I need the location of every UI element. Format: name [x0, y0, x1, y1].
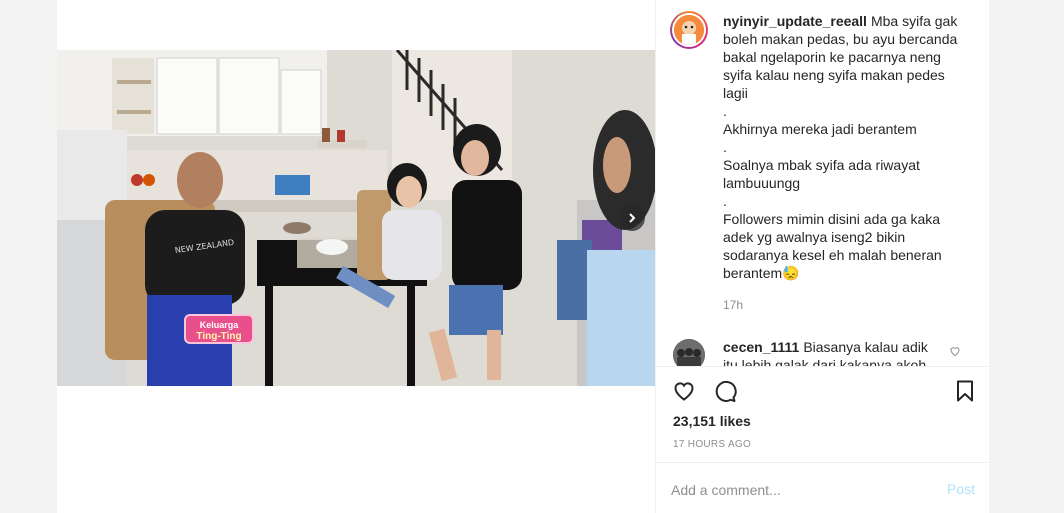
- avatar-cartoon-icon: [674, 15, 704, 45]
- caption-line: Followers mimin disini ada ga kaka adek …: [723, 211, 942, 281]
- heart-icon: [674, 382, 694, 401]
- likes-count[interactable]: 23,151 likes: [673, 413, 751, 429]
- divider: [656, 462, 989, 463]
- caption-timestamp[interactable]: 17h: [723, 298, 743, 312]
- caption-line: .: [723, 139, 727, 155]
- post-media[interactable]: NEW ZEALAND Keluarga Ting-Ting: [57, 50, 655, 386]
- like-button[interactable]: [670, 377, 698, 405]
- video-frame: NEW ZEALAND: [57, 50, 655, 386]
- post-date[interactable]: 17 HOURS AGO: [673, 439, 751, 450]
- caption-scroll-area[interactable]: nyinyir_update_reeall Mba syifa gak boleh…: [656, 0, 989, 366]
- bookmark-button[interactable]: [951, 377, 979, 405]
- show-logo-badge: Keluarga Ting-Ting: [184, 314, 254, 344]
- commenter-username[interactable]: cecen_1111: [723, 339, 799, 355]
- post-comment-button[interactable]: Post: [947, 481, 975, 497]
- post-side-panel: nyinyir_update_reeall Mba syifa gak boleh…: [655, 0, 989, 513]
- post-caption: nyinyir_update_reeall Mba syifa gak boleh…: [723, 12, 961, 282]
- comment-button[interactable]: [711, 377, 739, 405]
- bookmark-icon: [957, 380, 973, 402]
- chevron-right-icon: [629, 213, 636, 223]
- comment-icon: [715, 381, 737, 402]
- caption-line: .: [723, 103, 727, 119]
- backdrop-left: [0, 0, 57, 513]
- commenter-avatar-image: [673, 339, 705, 366]
- comment-body: cecen_1111 Biasanya kalau adik itu lebih …: [723, 338, 943, 366]
- comment-item: cecen_1111 Biasanya kalau adik itu lebih …: [656, 334, 989, 366]
- caption-line: Akhirnya mereka jadi berantem: [723, 121, 917, 137]
- badge-line-2: Ting-Ting: [196, 331, 242, 342]
- comment-like-button[interactable]: [949, 344, 961, 362]
- post-author-avatar[interactable]: [670, 11, 708, 49]
- post-username[interactable]: nyinyir_update_reeall: [723, 13, 867, 29]
- add-comment-input[interactable]: [671, 478, 921, 502]
- badge-line-1: Keluarga: [199, 320, 239, 330]
- caption-line: .: [723, 193, 727, 209]
- action-bar: [656, 367, 989, 417]
- carousel-next-button[interactable]: [619, 205, 645, 231]
- commenter-avatar[interactable]: [673, 339, 705, 366]
- small-heart-icon: [950, 347, 960, 357]
- caption-line: Soalnya mbak syifa ada riwayat lambuuung…: [723, 157, 920, 191]
- backdrop-right: [988, 0, 1064, 513]
